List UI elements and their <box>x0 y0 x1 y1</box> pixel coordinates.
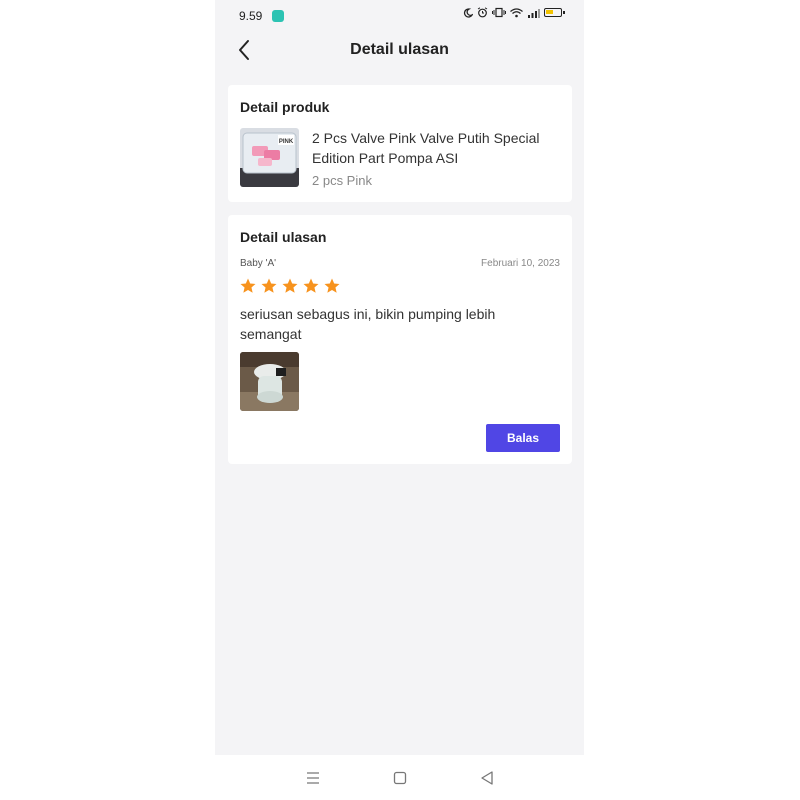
product-card: Detail produk PINK 2 Pcs Valve Pink Valv… <box>228 85 572 202</box>
vibrate-icon <box>492 7 506 18</box>
reply-button[interactable]: Balas <box>486 424 560 452</box>
product-thumbnail[interactable]: PINK <box>240 128 299 187</box>
back-triangle-icon[interactable] <box>477 768 497 788</box>
review-image <box>240 352 299 411</box>
status-icons <box>463 7 565 18</box>
phone-screen: 9.59 Detail ulasan Detail produk PINK 2 … <box>215 0 584 755</box>
review-card: Detail ulasan Baby 'A' Februari 10, 2023… <box>228 215 572 464</box>
status-time: 9.59 <box>239 9 263 23</box>
review-date: Februari 10, 2023 <box>481 258 560 269</box>
star-icon <box>261 278 277 293</box>
header: Detail ulasan <box>215 32 584 68</box>
page-title: Detail ulasan <box>350 41 449 58</box>
wifi-icon <box>510 7 523 17</box>
signal-icon <box>528 8 540 18</box>
star-icon <box>324 278 340 293</box>
review-card-title: Detail ulasan <box>240 229 327 245</box>
alarm-icon <box>477 7 488 18</box>
star-icon <box>282 278 298 293</box>
app-notification-icon <box>272 10 284 22</box>
product-image: PINK <box>240 128 299 187</box>
product-thumb-label: PINK <box>279 139 294 145</box>
review-text: seriusan sebagus ini, bikin pumping lebi… <box>240 306 496 342</box>
reviewer-name: Baby 'A' <box>240 258 277 269</box>
product-variant: 2 pcs Pink <box>312 173 372 188</box>
status-bar: 9.59 <box>215 0 584 32</box>
product-card-title: Detail produk <box>240 99 330 115</box>
battery-icon <box>544 8 565 17</box>
product-name[interactable]: 2 Pcs Valve Pink Valve Putih Special Edi… <box>312 128 562 168</box>
navigation-bar <box>215 755 584 800</box>
star-icon <box>303 278 319 293</box>
home-square-icon[interactable] <box>390 768 410 788</box>
review-photo[interactable] <box>240 352 299 411</box>
star-rating <box>239 277 341 295</box>
menu-icon[interactable] <box>303 768 323 788</box>
star-icon <box>240 278 256 293</box>
moon-icon <box>463 7 473 18</box>
